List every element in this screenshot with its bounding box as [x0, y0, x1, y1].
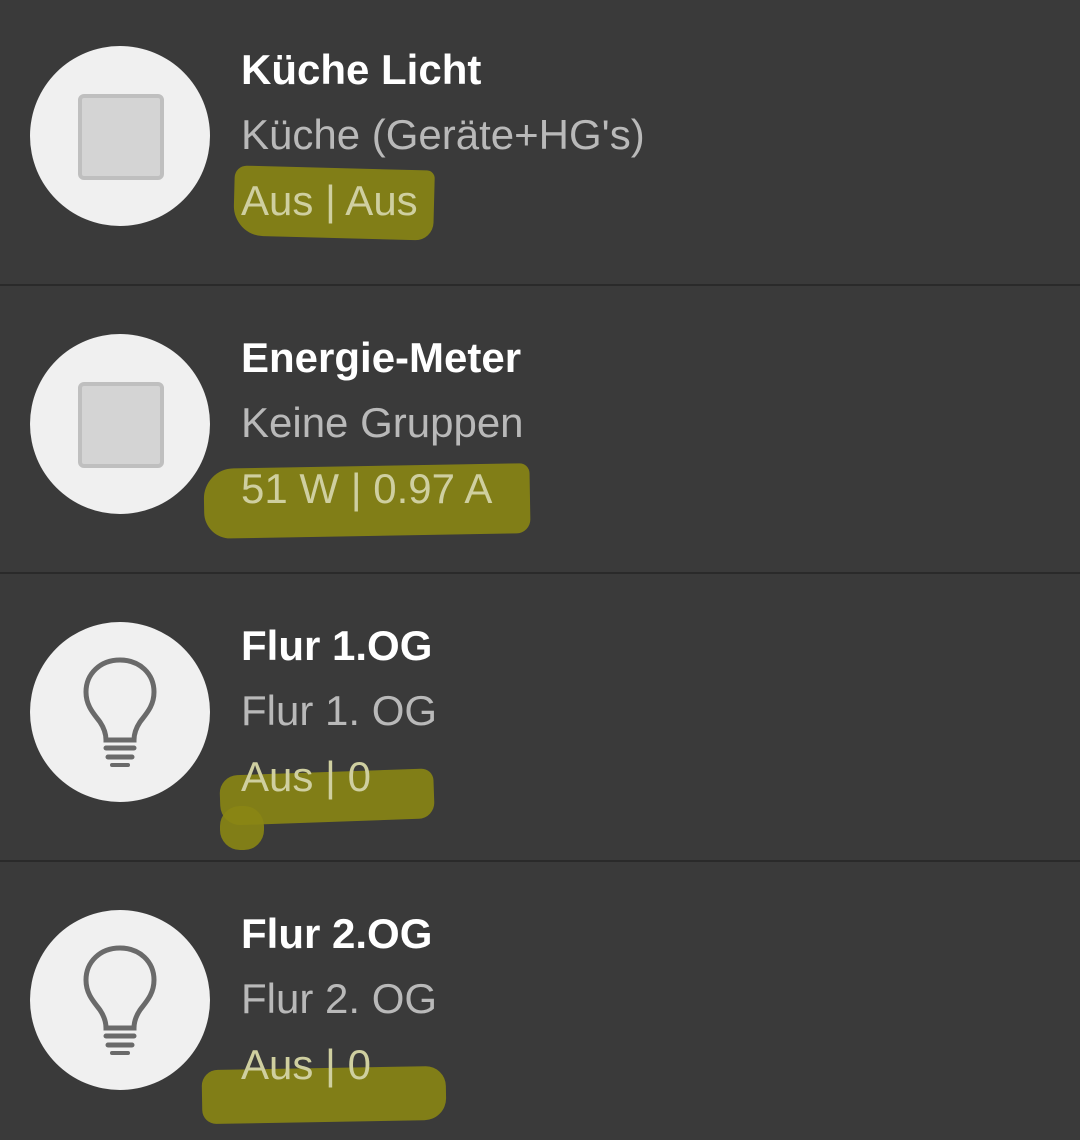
device-row-kueche-licht[interactable]: Küche Licht Küche (Geräte+HG's) Aus | Au…: [0, 0, 1080, 286]
divider: [0, 284, 1080, 286]
switch-square-icon: [78, 382, 164, 468]
device-group: Flur 2. OG: [241, 975, 438, 1022]
light-bulb-icon: [83, 945, 157, 1055]
device-group: Keine Gruppen: [241, 399, 524, 446]
divider: [0, 572, 1080, 574]
divider: [0, 860, 1080, 862]
device-status: Aus | 0: [241, 1041, 371, 1088]
device-title: Flur 1.OG: [241, 622, 433, 669]
device-title: Küche Licht: [241, 46, 482, 93]
marker-highlight: [220, 806, 264, 850]
device-status: 51 W | 0.97 A: [241, 465, 493, 512]
device-row-flur-1og[interactable]: Flur 1.OG Flur 1. OG Aus | 0: [0, 576, 1080, 862]
device-avatar[interactable]: [30, 46, 210, 226]
device-row-flur-2og[interactable]: Flur 2.OG Flur 2. OG Aus | 0: [0, 864, 1080, 1140]
switch-square-icon: [78, 94, 164, 180]
light-bulb-icon: [83, 657, 157, 767]
device-row-energie-meter[interactable]: Energie-Meter Keine Gruppen 51 W | 0.97 …: [0, 288, 1080, 574]
device-title: Flur 2.OG: [241, 910, 433, 957]
device-title: Energie-Meter: [241, 334, 522, 381]
device-list: Küche Licht Küche (Geräte+HG's) Aus | Au…: [0, 0, 1080, 1140]
device-avatar[interactable]: [30, 910, 210, 1090]
device-group: Küche (Geräte+HG's): [241, 111, 645, 158]
device-avatar[interactable]: [30, 334, 210, 514]
device-group: Flur 1. OG: [241, 687, 438, 734]
device-status: Aus | 0: [241, 753, 371, 800]
device-avatar[interactable]: [30, 622, 210, 802]
device-status: Aus | Aus: [241, 177, 418, 224]
